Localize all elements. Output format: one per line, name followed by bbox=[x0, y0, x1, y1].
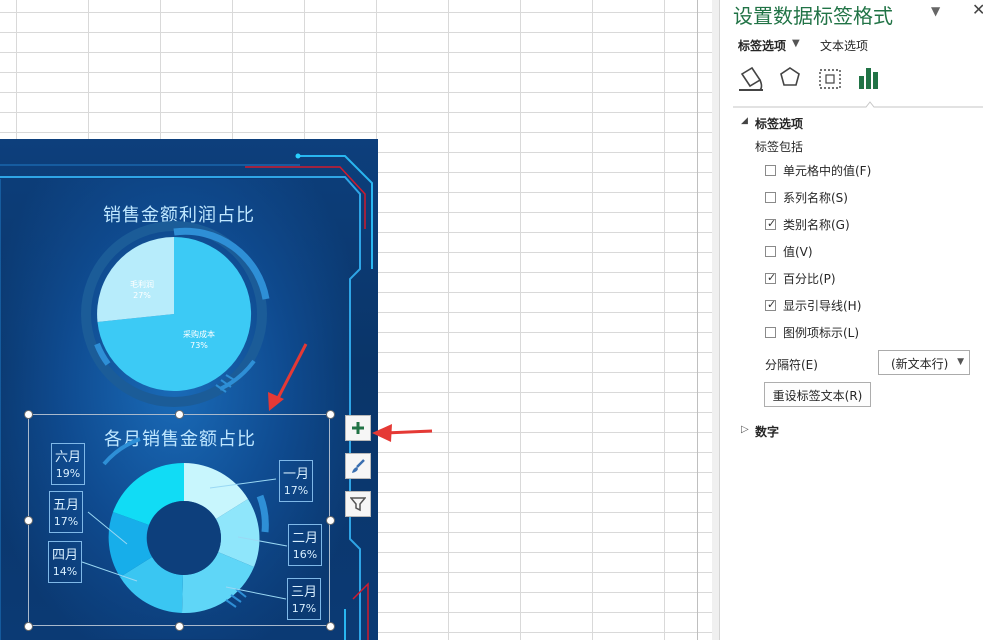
label-contains-heading: 标签包括 bbox=[755, 140, 804, 154]
checkbox-1[interactable] bbox=[765, 192, 776, 203]
checkbox-3[interactable] bbox=[765, 246, 776, 257]
chevron-down-icon: ▼ bbox=[957, 357, 964, 367]
checkbox-label-4[interactable]: 百分比(P) bbox=[783, 270, 836, 287]
checkbox-0[interactable] bbox=[765, 165, 776, 176]
checkbox-label-1[interactable]: 系列名称(S) bbox=[783, 189, 848, 206]
checkbox-5[interactable]: ✓ bbox=[765, 298, 777, 311]
pane-icons-layer bbox=[733, 66, 983, 108]
checkbox-label-5[interactable]: 显示引导线(H) bbox=[783, 297, 861, 314]
checkmark-icon: ✓ bbox=[767, 271, 777, 284]
separator-value: (新文本行) bbox=[891, 357, 949, 371]
checkbox-label-2[interactable]: 类别名称(G) bbox=[783, 216, 850, 233]
section-expand-icon[interactable]: ◢ bbox=[741, 116, 748, 126]
section-label-options[interactable]: 标签选项 bbox=[755, 115, 803, 132]
checkbox-label-0[interactable]: 单元格中的值(F) bbox=[783, 162, 871, 179]
section-number[interactable]: 数字 bbox=[755, 423, 779, 440]
separator-label: 分隔符(E) bbox=[765, 358, 818, 372]
label-options-icon[interactable] bbox=[859, 68, 878, 89]
effects-icon[interactable] bbox=[780, 67, 800, 86]
checkbox-6[interactable] bbox=[765, 327, 776, 338]
checkmark-icon: ✓ bbox=[767, 217, 777, 230]
section-collapsed-icon[interactable]: ▷ bbox=[741, 424, 749, 435]
checkbox-label-3[interactable]: 值(V) bbox=[783, 243, 813, 260]
checkbox-2[interactable]: ✓ bbox=[765, 217, 777, 230]
size-properties-icon[interactable] bbox=[819, 69, 841, 89]
checkbox-label-6[interactable]: 图例项标示(L) bbox=[783, 324, 859, 341]
fill-line-icon[interactable] bbox=[739, 66, 763, 91]
reset-label-text-button[interactable]: 重设标签文本(R) bbox=[764, 382, 871, 407]
checkbox-4[interactable]: ✓ bbox=[765, 271, 777, 284]
checkmark-icon: ✓ bbox=[767, 298, 777, 311]
separator-select[interactable]: (新文本行) ▼ bbox=[878, 350, 970, 375]
